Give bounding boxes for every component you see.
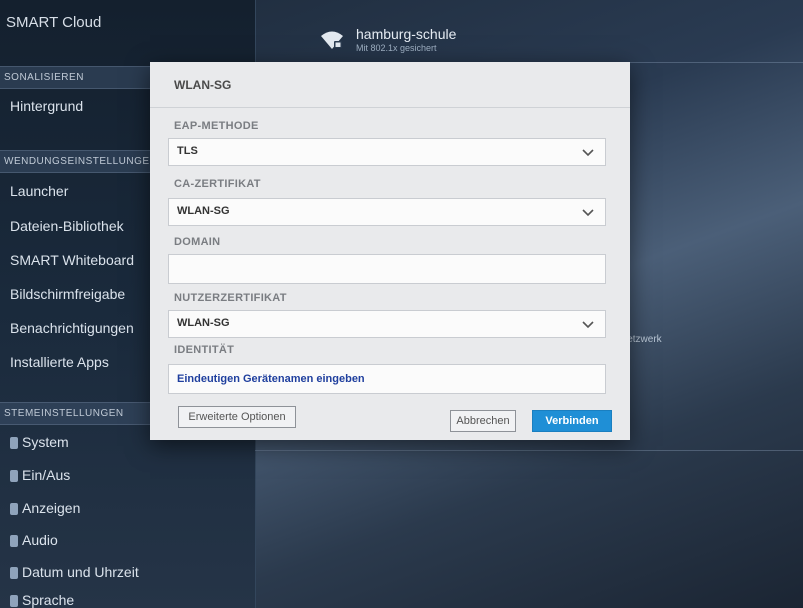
user-certificate-select[interactable]: WLAN-SG	[168, 310, 606, 338]
sidebar-item-installierte-apps[interactable]: Installierte Apps	[10, 354, 109, 370]
user-certificate-value: WLAN-SG	[177, 317, 230, 329]
app-title: SMART Cloud	[6, 14, 102, 31]
power-icon	[10, 470, 18, 482]
identity-input[interactable]	[168, 364, 606, 394]
domain-label: DOMAIN	[174, 236, 221, 248]
section-personalisieren: SONALISIEREN	[0, 66, 158, 89]
wifi-lock-icon	[321, 31, 343, 49]
eap-method-label: EAP-METHODE	[174, 120, 259, 132]
domain-input[interactable]	[168, 254, 606, 284]
network-security: Mit 802.1x gesichert	[356, 43, 437, 53]
sidebar-item-datum-uhrzeit[interactable]: Datum und Uhrzeit	[10, 564, 139, 580]
ca-certificate-select[interactable]: WLAN-SG	[168, 198, 606, 226]
connect-button[interactable]: Verbinden	[532, 410, 612, 432]
sidebar-item-system[interactable]: System	[10, 434, 69, 450]
sidebar-item-bildschirmfreigabe[interactable]: Bildschirmfreigabe	[10, 286, 125, 302]
ca-certificate-value: WLAN-SG	[177, 205, 230, 217]
cancel-button[interactable]: Abbrechen	[450, 410, 516, 432]
system-icon	[10, 437, 18, 449]
dialog-title: WLAN-SG	[174, 78, 232, 92]
advanced-options-button[interactable]: Erweiterte Optionen	[178, 406, 296, 428]
sidebar-item-smart-whiteboard[interactable]: SMART Whiteboard	[10, 252, 134, 268]
ca-certificate-label: CA-ZERTIFIKAT	[174, 178, 261, 190]
sidebar-item-ein-aus[interactable]: Ein/Aus	[10, 467, 70, 483]
user-certificate-label: NUTZERZERTIFIKAT	[174, 292, 287, 304]
section-anwendungseinstellungen: WENDUNGSEINSTELLUNGEN	[0, 150, 158, 173]
wifi-config-dialog: WLAN-SG EAP-METHODE TLS CA-ZERTIFIKAT WL…	[150, 62, 630, 440]
sidebar-item-launcher[interactable]: Launcher	[10, 183, 68, 199]
section-systemeinstellungen: STEMEINSTELLUNGEN	[0, 402, 158, 425]
language-icon	[10, 595, 18, 607]
chevron-down-icon	[582, 149, 594, 157]
sidebar-item-dateien-bibliothek[interactable]: Dateien-Bibliothek	[10, 218, 124, 234]
eap-method-value: TLS	[177, 145, 198, 157]
sidebar-item-anzeigen[interactable]: Anzeigen	[10, 500, 80, 516]
network-ssid: hamburg-schule	[356, 26, 457, 42]
sidebar-item-sprache[interactable]: Sprache	[10, 592, 74, 608]
eap-method-select[interactable]: TLS	[168, 138, 606, 166]
clock-icon	[10, 567, 18, 579]
network-header: hamburg-schule Mit 802.1x gesichert	[320, 26, 456, 53]
dialog-title-divider	[150, 107, 630, 108]
audio-icon	[10, 535, 18, 547]
display-icon	[10, 503, 18, 515]
sidebar-item-audio[interactable]: Audio	[10, 532, 58, 548]
sidebar-item-benachrichtigungen[interactable]: Benachrichtigungen	[10, 320, 134, 336]
background-divider	[255, 450, 803, 451]
chevron-down-icon	[582, 321, 594, 329]
chevron-down-icon	[582, 209, 594, 217]
sidebar-item-hintergrund[interactable]: Hintergrund	[10, 98, 83, 114]
identity-label: IDENTITÄT	[174, 344, 235, 356]
